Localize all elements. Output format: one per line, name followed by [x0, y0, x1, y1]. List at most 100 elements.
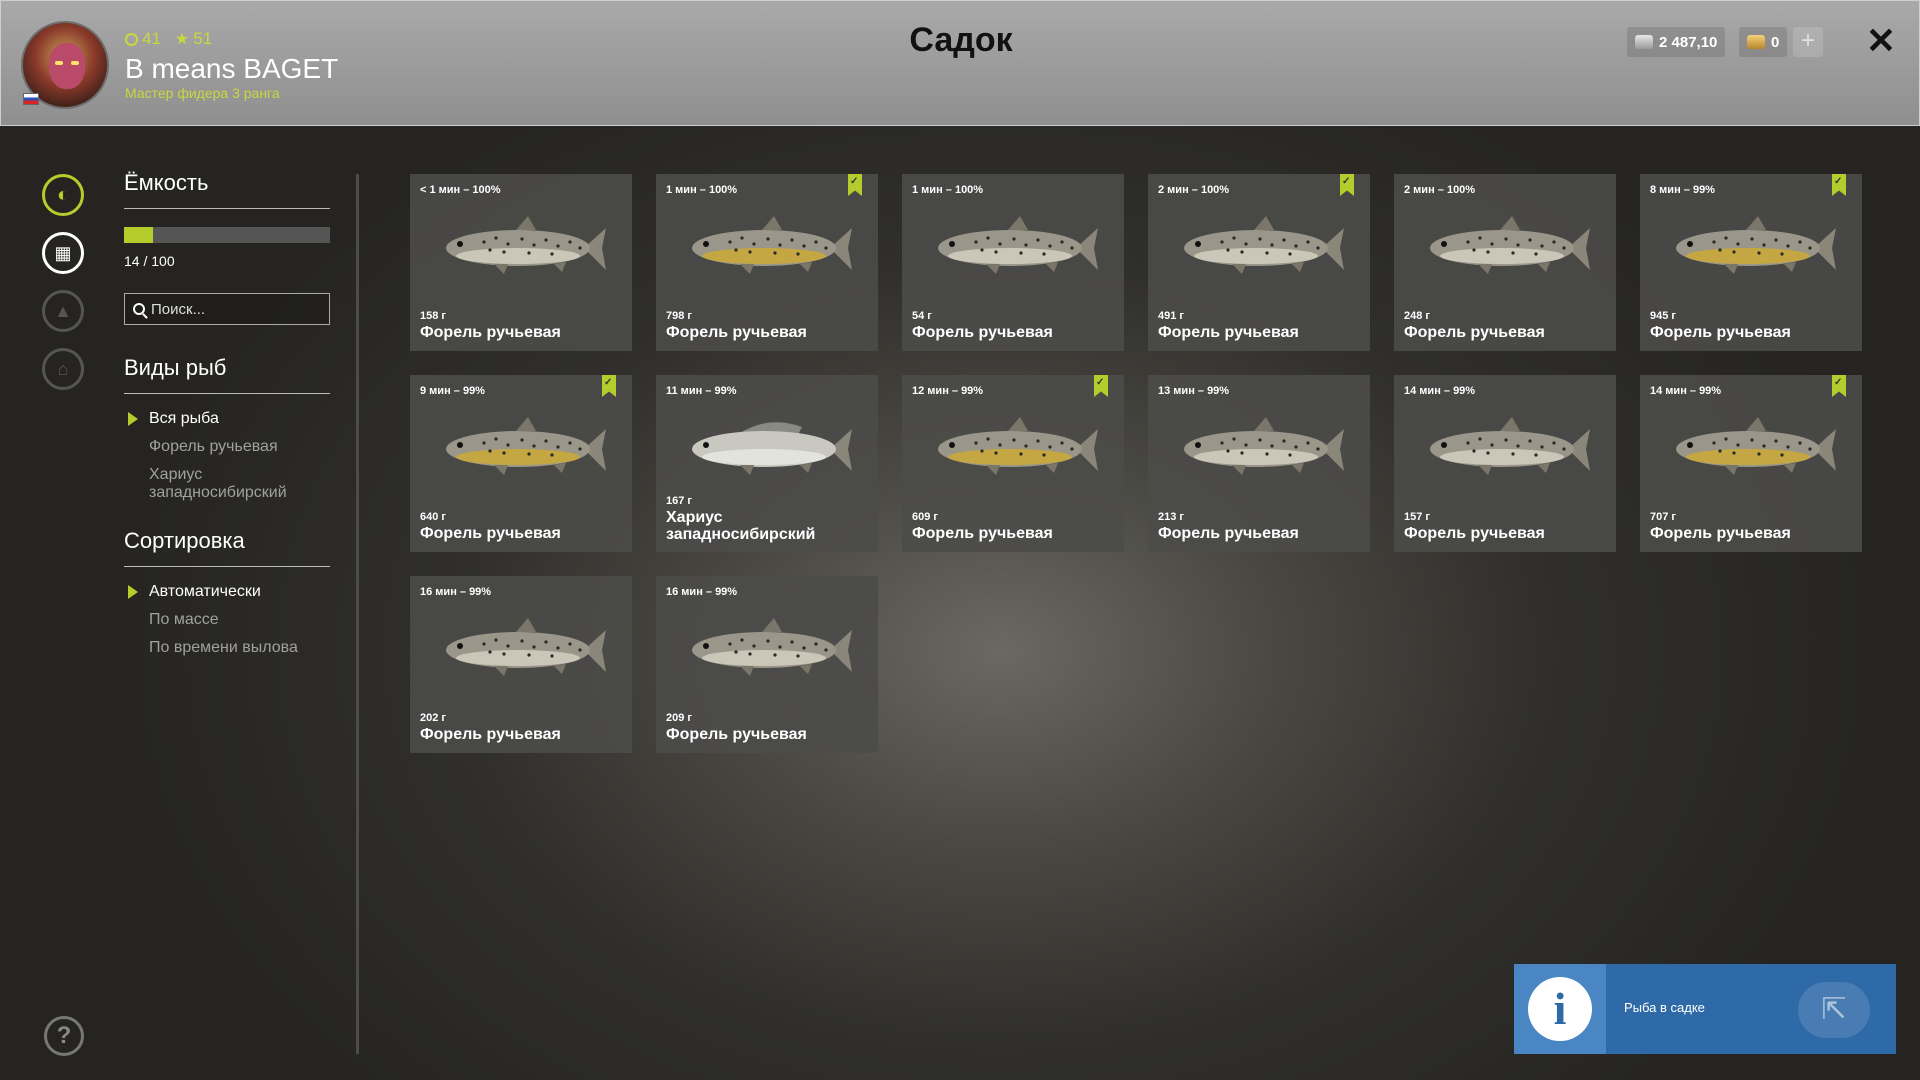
fish-name: Форель ручьевая — [1650, 324, 1791, 341]
fish-card[interactable]: 8 мин – 99% 945 г Форель ручьевая — [1640, 174, 1862, 351]
fish-name: Форель ручьевая — [912, 525, 1053, 542]
fish-image — [446, 618, 606, 676]
fish-image — [446, 417, 606, 475]
fish-card[interactable]: 2 мин – 100% 491 г Форель ручьевая — [1148, 174, 1370, 351]
fish-catch-time: 2 мин – 100% — [1158, 184, 1230, 196]
bookmark-icon[interactable] — [1832, 174, 1846, 196]
fish-card[interactable]: 2 мин – 100% 248 г Форель ручьевая — [1394, 174, 1616, 351]
fish-weight: 798 г — [666, 310, 692, 322]
fish-catch-time: 14 мин – 99% — [1650, 385, 1722, 397]
fish-name: Форель ручьевая — [1650, 525, 1791, 542]
cursor-icon: ⇱ — [1798, 982, 1870, 1038]
fish-catch-time: 8 мин – 99% — [1650, 184, 1715, 196]
silver-balance[interactable]: 2 487,10 — [1627, 27, 1726, 57]
fish-name: Хариус западносибирский — [666, 509, 816, 543]
fish-image — [692, 422, 852, 475]
country-flag-icon — [23, 93, 39, 105]
bookmark-icon[interactable] — [1832, 375, 1846, 397]
player-rank: Мастер фидера 3 ранга — [125, 85, 280, 101]
fish-weight: 158 г — [420, 310, 446, 322]
fish-card[interactable]: 1 мин – 100% 798 г Форель ручьевая — [656, 174, 878, 351]
notification-icon-box: i — [1514, 964, 1606, 1054]
fish-name: Форель ручьевая — [1158, 525, 1299, 542]
fish-name: Форель ручьевая — [420, 324, 561, 341]
fish-weight: 707 г — [1650, 511, 1676, 523]
fish-image — [692, 618, 852, 676]
fish-name: Форель ручьевая — [1404, 324, 1545, 341]
fish-card[interactable]: 14 мин – 99% 157 г Форель ручьевая — [1394, 375, 1616, 552]
avatar-eye — [71, 61, 79, 65]
panel-divider — [356, 174, 359, 1054]
avatar-eye — [55, 61, 63, 65]
fish-weight: 202 г — [420, 712, 446, 724]
fish-image — [1430, 216, 1590, 274]
fish-catch-time: 16 мин – 99% — [666, 586, 738, 598]
fish-card[interactable]: 13 мин – 99% 213 г Форель ручьевая — [1148, 375, 1370, 552]
fish-name: Форель ручьевая — [420, 726, 561, 743]
species-filter-item[interactable]: Форель ручьевая — [124, 438, 330, 456]
sort-option-item[interactable]: По времени вылова — [124, 639, 330, 657]
bookmark-icon[interactable] — [848, 174, 862, 196]
search-input[interactable] — [151, 300, 321, 318]
add-currency-button[interactable]: + — [1793, 27, 1823, 57]
fish-catch-time: 11 мин – 99% — [666, 385, 737, 397]
sorting-title: Сортировка — [124, 528, 330, 567]
gold-balance[interactable]: 0 — [1739, 27, 1788, 57]
close-button[interactable]: ✕ — [1863, 21, 1899, 61]
fish-name: Форель ручьевая — [666, 324, 807, 341]
fish-weight: 54 г — [912, 310, 932, 322]
fish-card[interactable]: 12 мин – 99% 609 г Форель ручьевая — [902, 375, 1124, 552]
fish-name: Форель ручьевая — [912, 324, 1053, 341]
fish-image — [692, 216, 852, 274]
fish-name: Форель ручьевая — [666, 726, 807, 743]
fish-catch-time: 12 мин – 99% — [912, 385, 984, 397]
fish-card[interactable]: 14 мин – 99% 707 г Форель ручьевая — [1640, 375, 1862, 552]
fish-image — [1184, 216, 1344, 274]
fish-card[interactable]: < 1 мин – 100% 158 г Форель ручьевая — [410, 174, 632, 351]
notification-toast[interactable]: i Рыба в садке ⇱ — [1514, 964, 1896, 1054]
search-box[interactable] — [124, 293, 330, 325]
fish-grid: < 1 мин – 100% 158 г Форель ручьевая 1 м… — [410, 174, 1862, 753]
top-bar: 41 ★ 51 B means BAGET Мастер фидера 3 ран… — [0, 0, 1920, 126]
sort-option-item[interactable]: По массе — [124, 611, 330, 629]
fish-weight: 640 г — [420, 511, 446, 523]
species-filter-item[interactable]: Хариус западносибирский — [124, 466, 330, 502]
fish-nav-icon[interactable]: ◐ — [42, 174, 84, 216]
gold-value: 0 — [1771, 33, 1780, 51]
bookmark-icon[interactable] — [602, 375, 616, 397]
species-filter-item[interactable]: Вся рыба — [124, 410, 330, 428]
fish-image — [1676, 417, 1836, 475]
fish-card[interactable]: 11 мин – 99% 167 г Хариус западносибирск… — [656, 375, 878, 552]
filter-panel: Ёмкость 14 / 100 Виды рыб Вся рыба Форель… — [124, 170, 330, 667]
boat-nav-icon[interactable]: ▲ — [42, 290, 84, 332]
fish-weight: 609 г — [912, 511, 938, 523]
fish-catch-time: 16 мин – 99% — [420, 586, 492, 598]
fish-card[interactable]: 16 мин – 99% 209 г Форель ручьевая — [656, 576, 878, 753]
species-list: Вся рыба Форель ручьевая Хариус западносиб… — [124, 410, 330, 502]
fish-card[interactable]: 16 мин – 99% 202 г Форель ручьевая — [410, 576, 632, 753]
capacity-text: 14 / 100 — [124, 253, 175, 269]
keepnet-nav-icon[interactable]: ▦ — [42, 232, 84, 274]
fish-weight: 157 г — [1404, 511, 1430, 523]
fish-name: Форель ручьевая — [1404, 525, 1545, 542]
help-icon[interactable]: ? — [44, 1016, 84, 1056]
bookmark-icon[interactable] — [1094, 375, 1108, 397]
fish-catch-time: 1 мин – 100% — [912, 184, 984, 196]
fish-card[interactable]: 1 мин – 100% 54 г Форель ручьевая — [902, 174, 1124, 351]
fish-image — [1184, 417, 1344, 475]
sort-option-item[interactable]: Автоматически — [124, 583, 330, 601]
species-title: Виды рыб — [124, 355, 330, 394]
fish-card[interactable]: 9 мин – 99% 640 г Форель ручьевая — [410, 375, 632, 552]
sorting-list: Автоматически По массе По времени вылова — [124, 583, 330, 657]
fish-weight: 248 г — [1404, 310, 1430, 322]
capacity-title: Ёмкость — [124, 170, 330, 209]
fish-catch-time: 2 мин – 100% — [1404, 184, 1476, 196]
bookmark-icon[interactable] — [1340, 174, 1354, 196]
fish-name: Форель ручьевая — [420, 525, 561, 542]
fish-image — [938, 216, 1098, 274]
home-nav-icon[interactable]: ⌂ — [42, 348, 84, 390]
silver-value: 2 487,10 — [1659, 33, 1718, 51]
fish-weight: 167 г — [666, 495, 692, 507]
fish-weight: 213 г — [1158, 511, 1184, 523]
fish-weight: 945 г — [1650, 310, 1676, 322]
